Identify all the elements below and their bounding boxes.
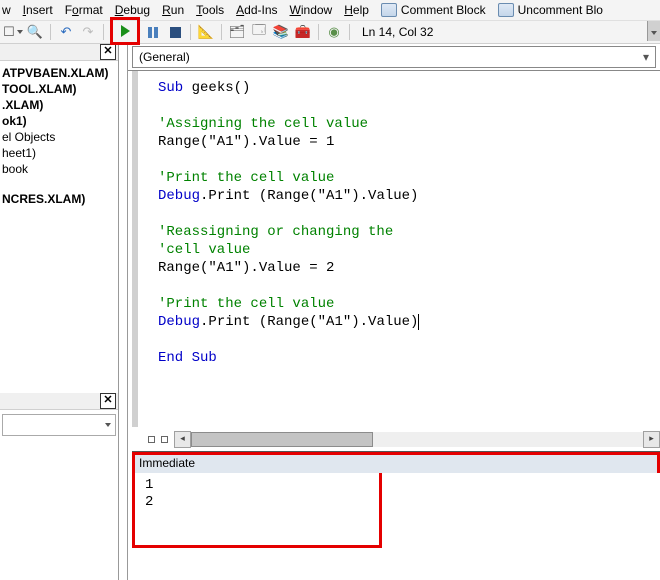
object-browser-icon[interactable]: 📚 [272, 23, 290, 41]
scroll-track[interactable] [191, 432, 643, 447]
tree-item[interactable]: ok1) [2, 113, 116, 129]
toolbar-separator [190, 24, 191, 40]
tree-item[interactable]: .XLAM) [2, 97, 116, 113]
tree-item[interactable]: ATPVBAEN.XLAM) [2, 65, 116, 81]
play-icon [121, 25, 130, 37]
save-icon[interactable]: ☐ [4, 23, 22, 41]
close-icon[interactable]: ✕ [100, 393, 116, 409]
tree-item[interactable]: heet1) [2, 145, 116, 161]
object-combobox[interactable]: (General)▾ [132, 46, 656, 68]
menu-tools[interactable]: Tools [196, 0, 224, 20]
pause-icon [148, 27, 158, 38]
code-editor[interactable]: Sub geeks() 'Assigning the cell value Ra… [132, 71, 660, 427]
scroll-right-button[interactable]: ▸ [643, 431, 660, 448]
chevron-down-icon [105, 423, 111, 427]
tree-item[interactable]: book [2, 161, 116, 177]
toolbar: ☐ 🔍 ↶ ↷ 📐 🗂 🗔 📚 🧰 ◉ Ln 14, Col 32 [0, 20, 660, 44]
redo-icon: ↷ [79, 23, 97, 41]
properties-combobox[interactable] [2, 414, 116, 436]
view-mode-icon[interactable] [161, 436, 168, 443]
toolbar-separator [221, 24, 222, 40]
toolbar-separator [50, 24, 51, 40]
toolbar-separator [103, 24, 104, 40]
cursor-position: Ln 14, Col 32 [362, 25, 433, 39]
help-icon[interactable]: ◉ [325, 23, 343, 41]
uncomment-block-button[interactable]: Uncomment Blo [498, 0, 603, 20]
uncomment-icon [498, 3, 514, 17]
menu-run[interactable]: Run [162, 0, 184, 20]
toolbar-separator [349, 24, 350, 40]
comment-block-button[interactable]: Comment Block [381, 0, 486, 20]
menu-addins[interactable]: Add-Ins [236, 0, 277, 20]
horizontal-scrollbar[interactable]: ◂ ▸ [148, 431, 660, 447]
tree-item[interactable]: TOOL.XLAM) [2, 81, 116, 97]
properties-icon[interactable]: 🗔 [250, 23, 268, 41]
design-mode-icon[interactable]: 📐 [197, 23, 215, 41]
menu-view[interactable]: w [2, 0, 11, 20]
object-bar: (General)▾ [128, 44, 660, 71]
scroll-left-button[interactable]: ◂ [174, 431, 191, 448]
undo-icon[interactable]: ↶ [57, 23, 75, 41]
tree-item[interactable]: NCRES.XLAM) [2, 191, 116, 207]
menu-bar: w Insert Format Debug Run Tools Add-Ins … [0, 0, 660, 20]
pause-button[interactable] [144, 23, 162, 41]
comment-icon [381, 3, 397, 17]
stop-button[interactable] [166, 23, 184, 41]
menu-help[interactable]: Help [344, 0, 369, 20]
properties-pane: ✕ [0, 393, 118, 580]
code-editor-pane: (General)▾ Sub geeks() 'Assigning the ce… [127, 44, 660, 580]
menu-insert[interactable]: Insert [23, 0, 53, 20]
immediate-window-body[interactable]: 1 2 [132, 473, 382, 548]
find-icon[interactable]: 🔍 [26, 23, 44, 41]
project-explorer-icon[interactable]: 🗂 [228, 23, 246, 41]
menu-window[interactable]: Window [290, 0, 333, 20]
project-tree[interactable]: ATPVBAEN.XLAM) TOOL.XLAM) .XLAM) ok1) el… [0, 61, 118, 211]
view-mode-icon[interactable] [148, 436, 155, 443]
toolbar-separator [318, 24, 319, 40]
close-icon[interactable]: ✕ [100, 44, 116, 60]
project-explorer: ✕ ATPVBAEN.XLAM) TOOL.XLAM) .XLAM) ok1) … [0, 44, 119, 580]
toolbox-icon[interactable]: 🧰 [294, 23, 312, 41]
project-explorer-header: ✕ [0, 44, 118, 61]
scroll-thumb[interactable] [191, 432, 373, 447]
menu-format[interactable]: Format [65, 0, 103, 20]
tree-item[interactable]: el Objects [2, 129, 116, 145]
run-button[interactable] [110, 17, 140, 45]
immediate-window-title: Immediate [132, 452, 660, 473]
stop-icon [170, 27, 181, 38]
immediate-window: Immediate 1 2 [132, 451, 660, 548]
toolbar-overflow[interactable] [647, 21, 660, 41]
